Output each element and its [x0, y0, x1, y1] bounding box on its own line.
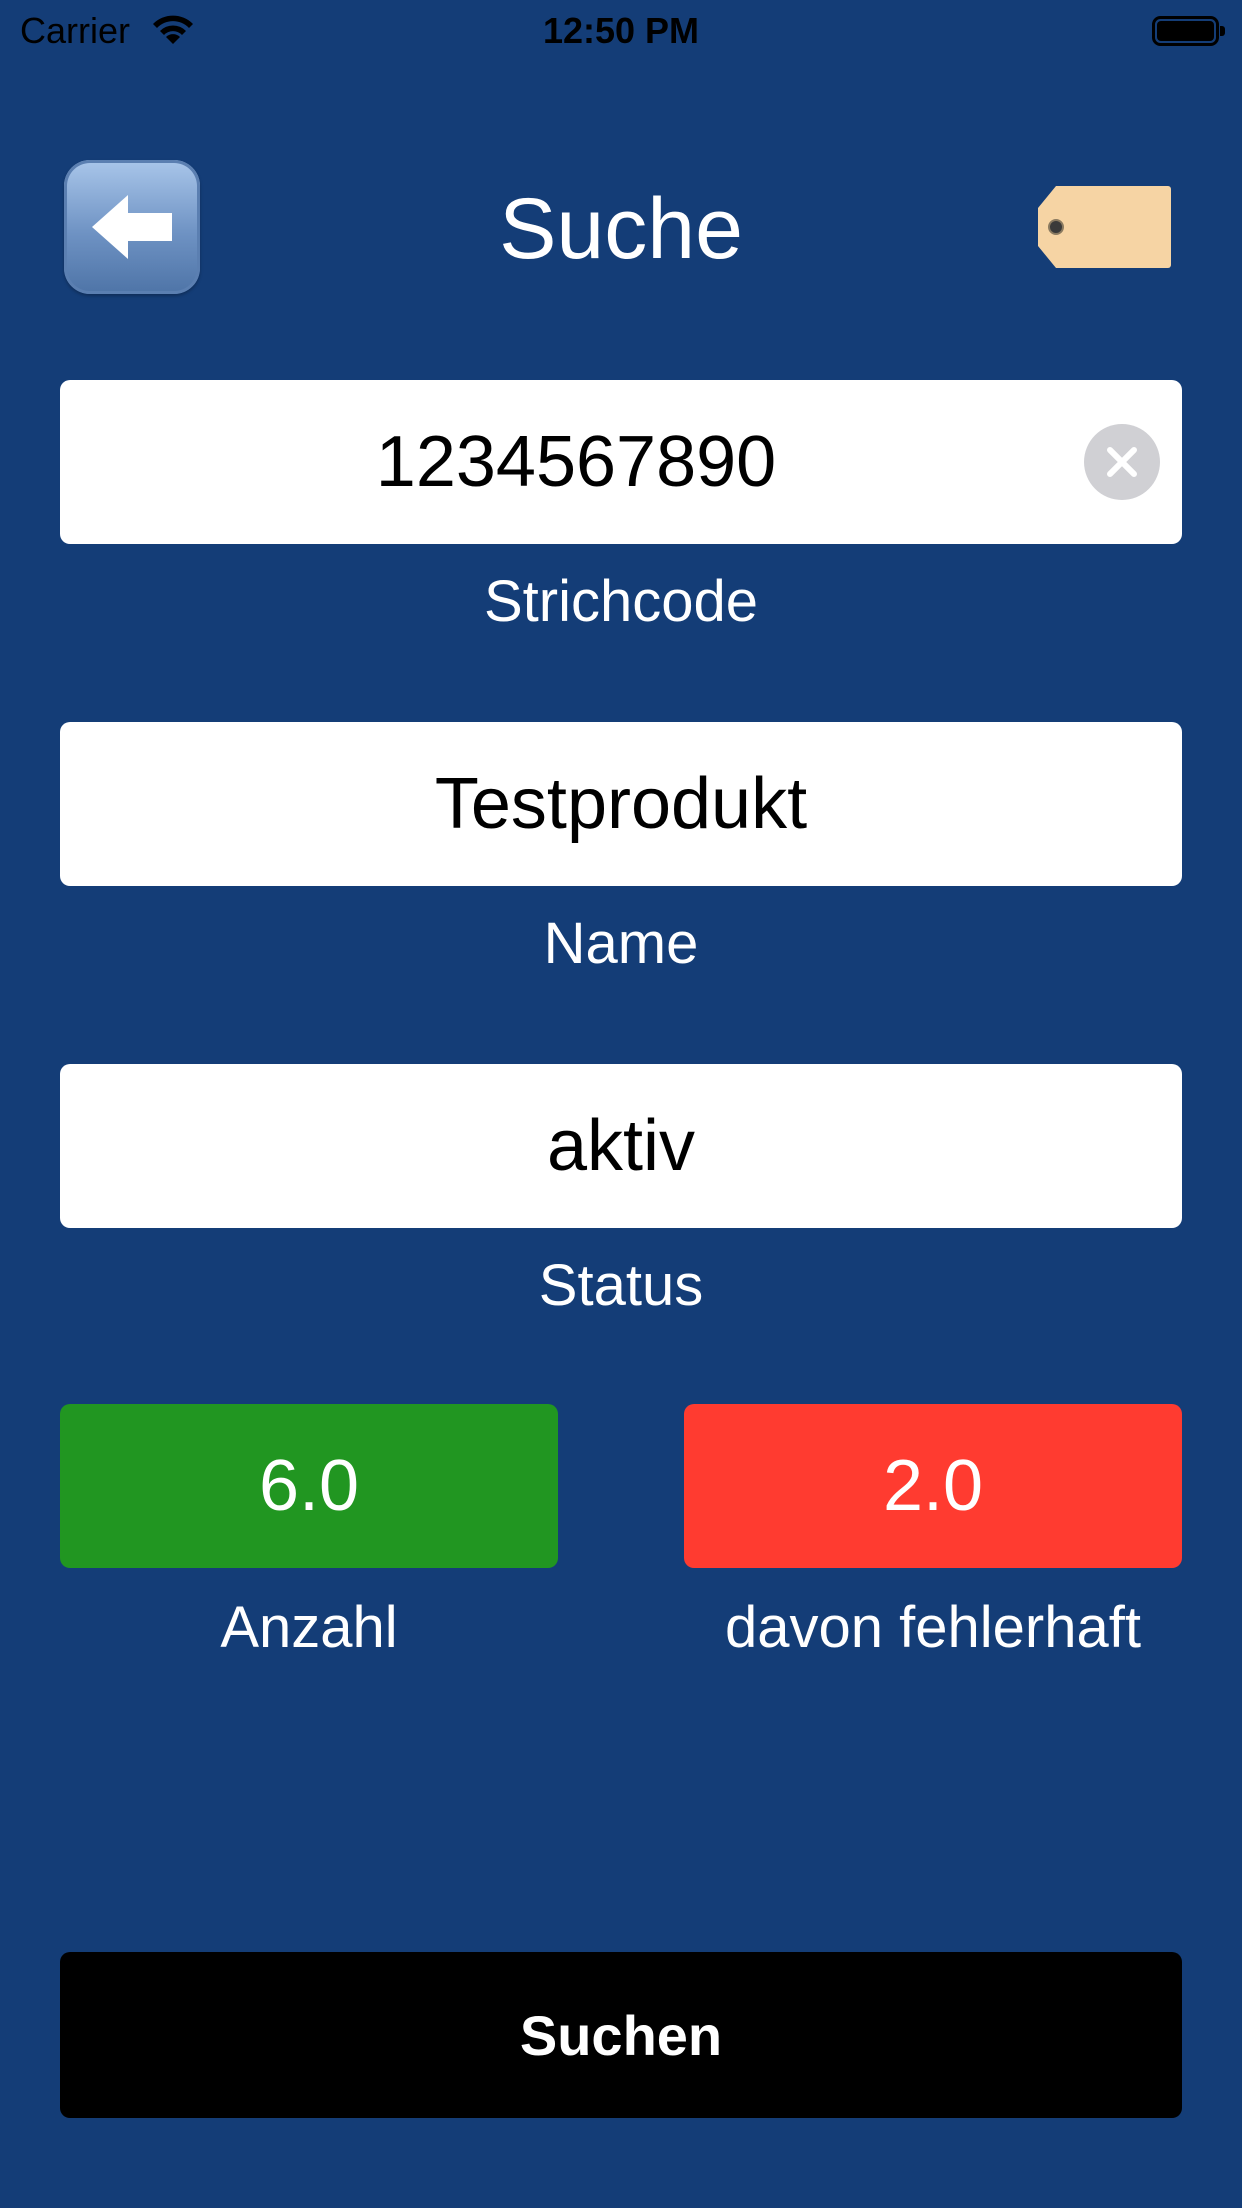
battery-icon — [1152, 14, 1226, 48]
defective-count-label: davon fehlerhaft — [725, 1595, 1141, 1660]
name-label: Name — [543, 911, 699, 976]
close-icon — [1107, 447, 1137, 477]
clock: 12:50 PM — [542, 10, 700, 51]
tag-button[interactable] — [1036, 184, 1172, 270]
back-arrow-icon — [92, 195, 172, 259]
barcode-field-container — [60, 380, 1182, 544]
count-label: Anzahl — [220, 1595, 398, 1660]
defective-count-value[interactable]: 2.0 — [684, 1404, 1182, 1568]
search-button[interactable]: Suchen — [60, 1952, 1182, 2118]
status-label: Status — [538, 1253, 704, 1318]
status-bar: Carrier 12:50 PM — [0, 0, 1242, 62]
barcode-label: Strichcode — [483, 569, 759, 634]
barcode-input[interactable] — [60, 380, 1182, 544]
name-field-container — [60, 722, 1182, 886]
name-input[interactable] — [60, 722, 1182, 886]
status-input[interactable] — [60, 1064, 1182, 1228]
count-value[interactable]: 6.0 — [60, 1404, 558, 1568]
clear-button[interactable] — [1084, 424, 1160, 500]
back-button[interactable] — [64, 160, 200, 294]
status-field-container — [60, 1064, 1182, 1228]
price-tag-icon — [1038, 186, 1171, 268]
